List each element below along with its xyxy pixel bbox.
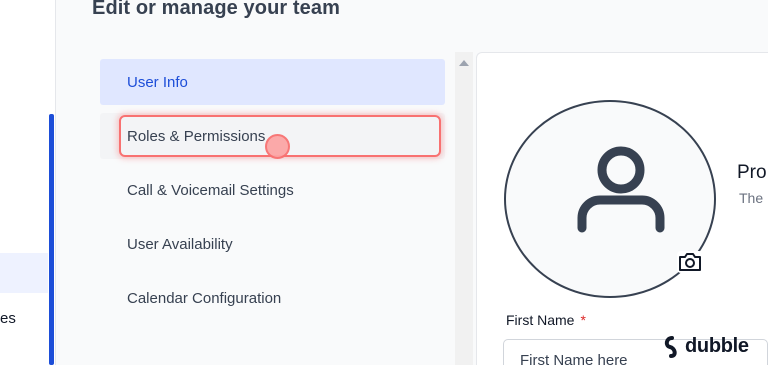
menu-item-label: Call & Voicemail Settings xyxy=(127,181,294,199)
first-name-placeholder: First Name here xyxy=(520,352,628,365)
menu-item-label: User Availability xyxy=(127,235,233,253)
menu-item-calendar-configuration[interactable]: Calendar Configuration xyxy=(100,275,445,321)
click-indicator xyxy=(265,134,290,159)
sidebar-active-item[interactable] xyxy=(0,253,48,293)
profile-heading: Pro xyxy=(737,162,767,183)
menu-item-call-voicemail[interactable]: Call & Voicemail Settings xyxy=(100,167,445,213)
first-name-label: First Name * xyxy=(506,312,586,328)
required-indicator: * xyxy=(580,312,586,328)
menu-item-user-availability[interactable]: User Availability xyxy=(100,221,445,267)
watermark-text: dubble xyxy=(685,335,749,357)
dubble-logo-icon xyxy=(664,335,677,358)
menu-item-user-info[interactable]: User Info xyxy=(100,59,445,105)
first-name-label-text: First Name xyxy=(506,312,575,328)
sidebar-item-label[interactable]: es xyxy=(0,310,16,327)
scroll-up-arrow-icon[interactable] xyxy=(459,60,469,66)
dubble-watermark: dubble xyxy=(662,335,749,358)
menu-item-label: User Info xyxy=(127,73,188,91)
left-sidebar: es xyxy=(0,0,56,365)
page-title: Edit or manage your team xyxy=(92,0,341,19)
profile-subtext: The xyxy=(739,190,764,206)
change-photo-button[interactable] xyxy=(677,251,703,273)
sidebar-scrollbar[interactable] xyxy=(49,114,54,365)
user-placeholder-icon xyxy=(577,146,665,233)
content-scrollbar[interactable] xyxy=(455,52,473,365)
menu-item-label: Calendar Configuration xyxy=(127,289,282,307)
camera-icon xyxy=(679,253,701,271)
